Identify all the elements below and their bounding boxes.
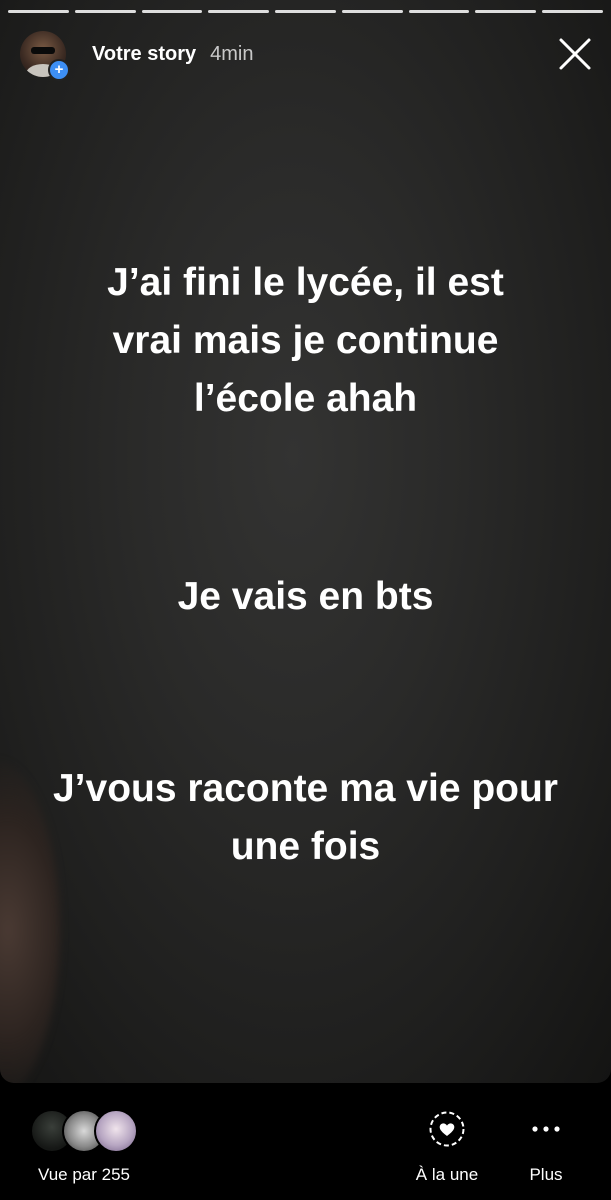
story-timestamp: 4min <box>210 42 254 65</box>
progress-segment <box>275 10 336 13</box>
story-text-block-3: J’vous raconte ma vie pour une fois <box>0 760 611 876</box>
heart-circle-icon <box>427 1109 467 1149</box>
story-progress-bar <box>8 10 604 13</box>
progress-segment <box>208 10 270 13</box>
more-dots-icon <box>526 1109 566 1149</box>
progress-segment <box>8 10 69 13</box>
plus-badge-icon[interactable]: + <box>48 59 70 81</box>
story-viewer: + Votre story 4min J’ai fini le lycée, i… <box>0 0 611 1200</box>
highlight-label: À la une <box>415 1165 479 1184</box>
story-text-block-2: Je vais en bts <box>177 575 434 618</box>
viewer-avatar <box>94 1109 138 1153</box>
progress-segment <box>74 10 136 13</box>
story-header: + Votre story 4min <box>20 28 595 81</box>
more-label: Plus <box>529 1165 563 1184</box>
progress-segment <box>341 10 403 13</box>
close-icon[interactable] <box>555 34 595 74</box>
highlight-button[interactable]: À la une <box>410 1109 484 1185</box>
more-button[interactable]: Plus <box>520 1109 572 1185</box>
story-footer: Vue par 255 À la une Plus <box>0 1083 611 1200</box>
progress-segment <box>408 10 470 13</box>
story-text-block-1: J’ai fini le lycée, il est vrai mais je … <box>0 254 611 428</box>
profile-avatar[interactable]: + <box>20 31 70 81</box>
progress-segment <box>542 10 604 13</box>
story-owner-name[interactable]: Votre story <box>92 43 196 66</box>
avatar-glasses <box>31 47 55 54</box>
story-text-line: J’vous raconte ma vie pour une fois <box>52 767 558 868</box>
viewer-avatars[interactable] <box>30 1109 138 1153</box>
progress-segment <box>475 10 537 13</box>
progress-segment <box>141 10 203 13</box>
story-media[interactable]: + Votre story 4min J’ai fini le lycée, i… <box>0 0 611 1083</box>
story-text-line: J’ai fini le lycée, il est vrai mais je … <box>107 261 504 420</box>
seen-by-count[interactable]: Vue par 255 <box>38 1165 130 1185</box>
